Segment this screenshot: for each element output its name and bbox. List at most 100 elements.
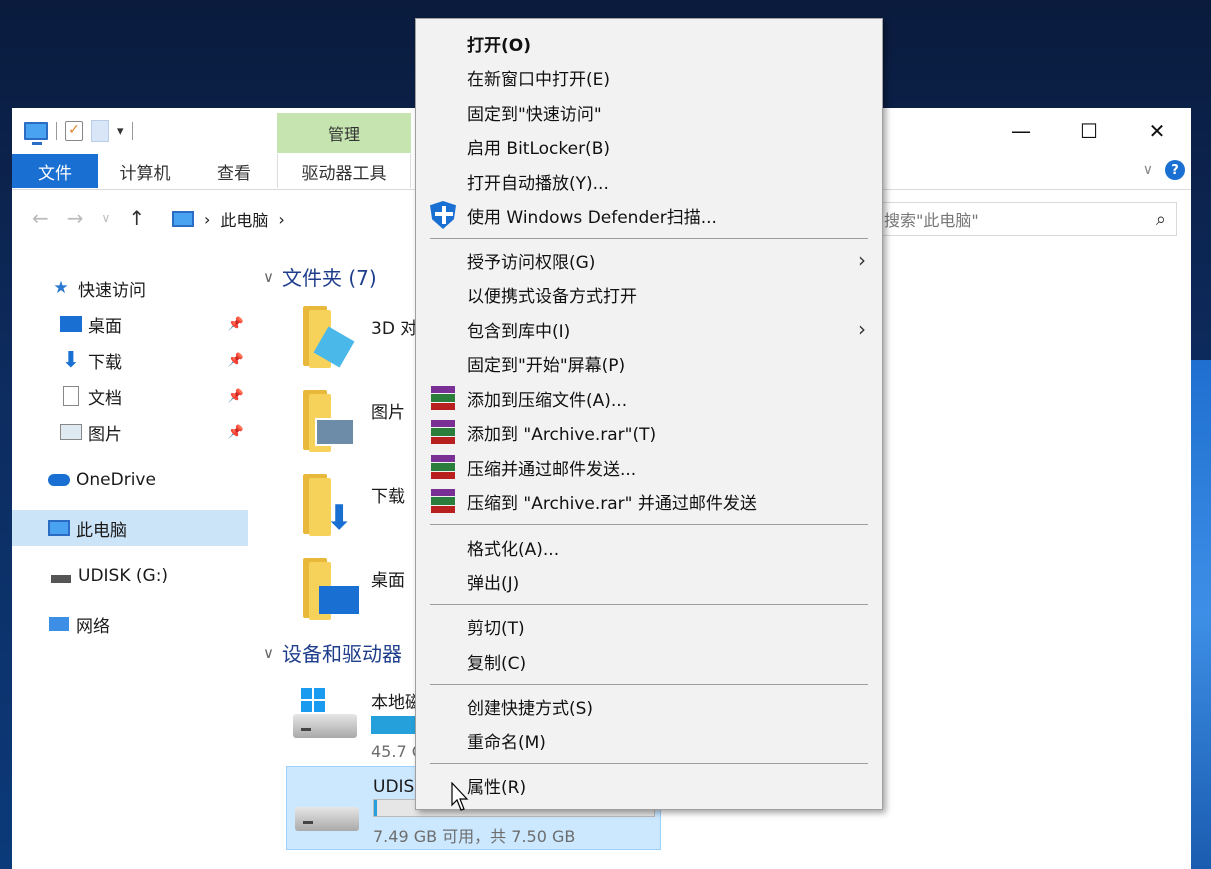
drive-tile-local[interactable]: 本地磁 45.7 G: [293, 688, 431, 761]
shield-icon: [430, 201, 456, 229]
menu-item-pin-quick-access[interactable]: 固定到"快速访问": [416, 95, 882, 129]
menu-item-rename[interactable]: 重命名(M): [416, 723, 882, 757]
menu-item-open-portable[interactable]: 以便携式设备方式打开: [416, 277, 882, 311]
tab-file[interactable]: 文件: [12, 154, 98, 188]
search-icon[interactable]: ⌕: [1156, 209, 1166, 230]
pin-icon[interactable]: 📌: [228, 353, 244, 368]
collapse-chevron-icon[interactable]: ∨: [263, 644, 274, 662]
folders-group-header[interactable]: ∨ 文件夹 (7): [263, 262, 377, 291]
menu-item-properties[interactable]: 属性(R): [416, 768, 882, 802]
ribbon-right-controls: ∨ ?: [1143, 160, 1185, 180]
menu-item-autoplay[interactable]: 打开自动播放(Y)...: [416, 164, 882, 198]
menu-item-defender-scan[interactable]: 使用 Windows Defender扫描...: [416, 198, 882, 232]
pin-icon[interactable]: 📌: [228, 317, 244, 332]
menu-item-label: 包含到库中(I): [467, 321, 571, 342]
windows-logo-icon: [301, 688, 325, 712]
sidebar-item-pictures[interactable]: 图片 📌: [12, 414, 248, 450]
network-icon: [48, 615, 70, 633]
pin-icon[interactable]: 📌: [228, 425, 244, 440]
menu-divider: [430, 763, 868, 764]
tab-computer[interactable]: 计算机: [104, 154, 186, 188]
menu-item-label: 格式化(A)...: [467, 539, 560, 560]
breadcrumb-chevron-icon[interactable]: ›: [204, 210, 210, 229]
menu-item-compress-rar-email[interactable]: 压缩到 "Archive.rar" 并通过邮件发送: [416, 484, 882, 518]
mouse-cursor-icon: [451, 782, 469, 811]
close-button[interactable]: ✕: [1123, 108, 1191, 154]
sidebar-item-label: 下载: [88, 352, 122, 373]
menu-item-label: 属性(R): [467, 777, 527, 798]
drive-meta: 7.49 GB 可用，共 7.50 GB: [373, 827, 576, 846]
tab-drive-tools[interactable]: 驱动器工具: [277, 154, 411, 188]
folder-tile[interactable]: 图片: [299, 390, 405, 454]
address-bar[interactable]: › 此电脑 ›: [172, 202, 442, 236]
menu-divider: [430, 604, 868, 605]
menu-item-cut[interactable]: 剪切(T): [416, 609, 882, 643]
submenu-arrow-icon: ›: [858, 317, 866, 341]
sidebar-item-udisk[interactable]: UDISK (G:): [12, 558, 248, 594]
devices-group-header[interactable]: ∨ 设备和驱动器: [263, 638, 402, 667]
cloud-icon: [48, 471, 70, 489]
document-icon: [60, 386, 82, 406]
sidebar-item-quick-access[interactable]: ★ 快速访问: [12, 270, 248, 306]
sidebar-item-network[interactable]: 网络: [12, 606, 248, 642]
menu-item-include-library[interactable]: 包含到库中(I) ›: [416, 312, 882, 346]
sidebar-item-label: UDISK (G:): [78, 566, 169, 586]
menu-item-copy[interactable]: 复制(C): [416, 644, 882, 678]
customize-toolbar-dropdown-icon[interactable]: ▾: [117, 124, 124, 139]
new-folder-icon[interactable]: [91, 120, 109, 142]
sidebar-item-label: 此电脑: [76, 520, 127, 541]
computer-icon: [48, 519, 70, 537]
menu-item-grant-access[interactable]: 授予访问权限(G) ›: [416, 243, 882, 277]
context-menu: 打开(O) 在新窗口中打开(E) 固定到"快速访问" 启用 BitLocker(…: [415, 18, 883, 810]
folder-tile[interactable]: 桌面: [299, 558, 405, 622]
breadcrumb-chevron-icon[interactable]: ›: [278, 210, 284, 229]
search-input[interactable]: 搜索"此电脑" ⌕: [877, 202, 1177, 236]
help-icon[interactable]: ?: [1165, 160, 1185, 180]
maximize-button[interactable]: ☐: [1055, 108, 1123, 154]
menu-item-add-archive[interactable]: 添加到压缩文件(A)...: [416, 381, 882, 415]
folder-tile[interactable]: ⬇ 下载: [299, 474, 405, 538]
collapse-chevron-icon[interactable]: ∨: [263, 268, 274, 286]
back-icon[interactable]: ←: [32, 206, 49, 230]
menu-item-format[interactable]: 格式化(A)...: [416, 530, 882, 564]
minimize-button[interactable]: —: [987, 108, 1055, 154]
menu-item-open-new-window[interactable]: 在新窗口中打开(E): [416, 60, 882, 94]
forward-icon[interactable]: →: [67, 206, 84, 230]
quick-access-toolbar: ✓ ▾: [24, 120, 133, 145]
menu-item-label: 剪切(T): [467, 618, 525, 639]
recent-dropdown-icon[interactable]: ∨: [102, 211, 111, 225]
desktop-folder-icon: [299, 558, 359, 622]
downloads-folder-icon: ⬇: [299, 474, 359, 538]
winrar-icon: [430, 488, 456, 514]
menu-item-label: 固定到"开始"屏幕(P): [467, 355, 626, 376]
sidebar-item-desktop[interactable]: 桌面 📌: [12, 306, 248, 342]
pin-icon[interactable]: 📌: [228, 389, 244, 404]
menu-item-create-shortcut[interactable]: 创建快捷方式(S): [416, 689, 882, 723]
menu-item-eject[interactable]: 弹出(J): [416, 564, 882, 598]
menu-item-bitlocker[interactable]: 启用 BitLocker(B): [416, 129, 882, 163]
sidebar-item-onedrive[interactable]: OneDrive: [12, 462, 248, 498]
properties-icon[interactable]: ✓: [65, 121, 83, 141]
menu-item-pin-start[interactable]: 固定到"开始"屏幕(P): [416, 346, 882, 380]
expand-ribbon-icon[interactable]: ∨: [1143, 162, 1153, 178]
sidebar-item-label: 快速访问: [78, 280, 146, 301]
menu-item-label: 添加到 "Archive.rar"(T): [467, 424, 657, 445]
navigation-pane: ★ 快速访问 桌面 📌 ⬇ 下载 📌 文档 📌 图片 📌 OneDrive 此电…: [12, 258, 248, 642]
computer-icon[interactable]: [24, 122, 48, 145]
sidebar-item-this-pc[interactable]: 此电脑: [12, 510, 248, 546]
breadcrumb-this-pc[interactable]: 此电脑: [220, 207, 268, 231]
menu-divider: [430, 238, 868, 239]
menu-item-label: 授予访问权限(G): [467, 252, 596, 273]
menu-item-label: 创建快捷方式(S): [467, 698, 594, 719]
menu-item-add-archive-rar[interactable]: 添加到 "Archive.rar"(T): [416, 415, 882, 449]
menu-item-label: 在新窗口中打开(E): [467, 69, 611, 90]
toolbar-divider: [131, 122, 133, 140]
up-icon[interactable]: ↑: [128, 206, 145, 230]
menu-item-open[interactable]: 打开(O): [416, 26, 882, 60]
menu-item-label: 压缩并通过邮件发送...: [467, 459, 637, 480]
sidebar-item-documents[interactable]: 文档 📌: [12, 378, 248, 414]
winrar-icon: [430, 419, 456, 445]
sidebar-item-downloads[interactable]: ⬇ 下载 📌: [12, 342, 248, 378]
menu-item-compress-email[interactable]: 压缩并通过邮件发送...: [416, 450, 882, 484]
tab-view[interactable]: 查看: [204, 154, 264, 188]
